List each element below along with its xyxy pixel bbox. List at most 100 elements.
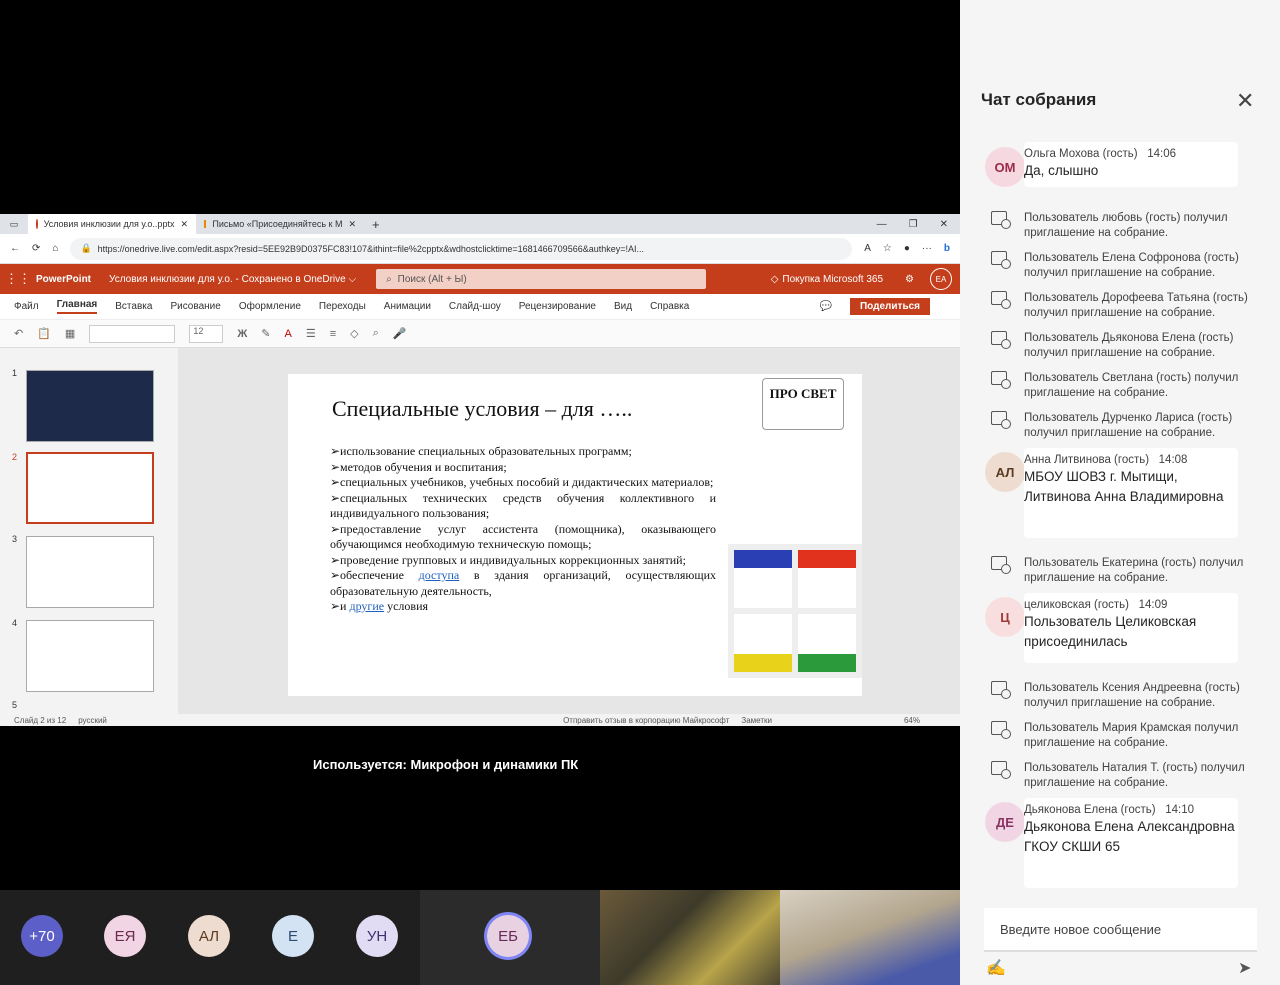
access-link[interactable]: доступа — [419, 568, 460, 582]
address-bar-row: ← ⟳ ⌂ 🔒 https://onedrive.live.com/edit.as… — [0, 234, 960, 264]
tab-slideshow[interactable]: Слайд-шоу — [449, 301, 501, 312]
add-user-icon — [991, 761, 1011, 779]
system-message: Пользователь Дьяконова Елена (гость) пол… — [1024, 332, 1234, 359]
tab-help[interactable]: Справка — [650, 301, 689, 312]
zoom-level[interactable]: 64% — [904, 716, 920, 725]
minimize-icon[interactable]: — — [877, 219, 887, 230]
read-aloud-icon[interactable]: A — [864, 243, 871, 254]
user-avatar[interactable]: EA — [930, 268, 952, 290]
close-icon[interactable]: ✕ — [1236, 88, 1254, 114]
mail-icon — [204, 220, 207, 228]
powerpoint-header: ⋮⋮ PowerPoint Условия инклюзии для у.о. … — [0, 264, 960, 294]
close-tab-icon[interactable]: ✕ — [180, 219, 188, 230]
font-color-icon[interactable]: A — [285, 328, 292, 340]
bullets-icon[interactable]: ☰ — [306, 327, 316, 340]
tab-review[interactable]: Рецензирование — [519, 301, 596, 312]
other-link[interactable]: другие — [349, 599, 384, 613]
tab-label: Письмо «Присоединяйтесь к M — [212, 219, 343, 229]
system-message: Пользователь любовь (гость) получил приг… — [1024, 212, 1228, 239]
chat-message: Анна Литвинова (гость) 14:08 МБОУ ШОВЗ г… — [1024, 448, 1238, 538]
refresh-icon[interactable]: ⟳ — [32, 243, 40, 254]
profile-icon[interactable]: ● — [904, 243, 910, 254]
send-icon[interactable]: ➤ — [1238, 958, 1251, 978]
new-message-input[interactable]: Введите новое сообщение — [984, 908, 1257, 952]
tab-transitions[interactable]: Переходы — [319, 301, 366, 312]
slide-thumbnail-3[interactable] — [26, 536, 154, 608]
highlight-icon[interactable]: ✎ — [261, 327, 270, 340]
bing-icon[interactable]: b — [944, 243, 950, 254]
message-time: 14:09 — [1138, 599, 1168, 611]
paste-icon[interactable]: 📋 — [37, 327, 51, 340]
add-user-icon — [991, 681, 1011, 699]
add-user-icon — [991, 371, 1011, 389]
share-button[interactable]: Поделиться — [849, 298, 930, 315]
add-user-icon — [991, 251, 1011, 269]
find-icon[interactable]: ⌕ — [373, 327, 379, 340]
mic-icon[interactable]: 🎤 — [393, 327, 407, 340]
message-text: Дьяконова Елена Александровна ГКОУ СКШИ … — [1024, 819, 1235, 854]
search-icon: ⌕ — [386, 273, 392, 285]
favorite-icon[interactable]: ☆ — [883, 243, 892, 254]
participant-video[interactable] — [600, 890, 780, 985]
participant-avatar[interactable]: Е — [272, 915, 314, 957]
align-icon[interactable]: ≡ — [330, 328, 336, 340]
tab-design[interactable]: Оформление — [239, 301, 301, 312]
buy-link[interactable]: Покупка Microsoft 365 — [782, 274, 883, 285]
participant-avatar[interactable]: АЛ — [188, 915, 230, 957]
comment-icon[interactable]: 💬 — [820, 301, 832, 312]
feedback-link[interactable]: Отправить отзыв в корпорацию Майкрософт — [563, 716, 729, 725]
message-author: Дьяконова Елена (гость) — [1024, 804, 1156, 816]
search-box[interactable]: ⌕ Поиск (Alt + Ы) — [376, 269, 707, 289]
bullet-text: ➢обеспечение — [330, 568, 419, 582]
message-text: МБОУ ШОВЗ г. Мытищи, Литвинова Анна Влад… — [1024, 469, 1224, 504]
new-slide-icon[interactable]: ▦ — [65, 327, 75, 340]
slide-title: Специальные условия – для ….. — [332, 396, 633, 421]
message-text: Пользователь Целиковская присоединилась — [1024, 614, 1197, 649]
document-title[interactable]: Условия инклюзии для у.о. - Сохранено в … — [109, 274, 356, 285]
current-slide[interactable]: Специальные условия – для ….. ПРО СВЕТ ➢… — [288, 374, 862, 696]
active-speaker-tile[interactable]: ЕБ — [420, 890, 600, 985]
restore-icon[interactable]: ❐ — [909, 219, 918, 230]
status-bar: Слайд 2 из 12 русский Отправить отзыв в … — [0, 714, 960, 726]
shapes-icon[interactable]: ◇ — [350, 327, 358, 340]
tab-insert[interactable]: Вставка — [115, 301, 152, 312]
participant-avatar[interactable]: ЕЯ — [104, 915, 146, 957]
slide-thumbnail-1[interactable] — [26, 370, 154, 442]
notes-button[interactable]: Заметки — [741, 716, 772, 725]
font-size-box[interactable]: 12 — [189, 324, 224, 343]
slide-thumbnail-4[interactable] — [26, 620, 154, 692]
font-name-box[interactable] — [89, 324, 176, 343]
tab-animations[interactable]: Анимации — [384, 301, 431, 312]
thumb-number: 4 — [12, 618, 18, 628]
more-icon[interactable]: ··· — [922, 243, 932, 254]
thumb-number: 3 — [12, 534, 18, 544]
url-field[interactable]: 🔒 https://onedrive.live.com/edit.aspx?res… — [70, 237, 853, 260]
new-tab-icon[interactable]: + — [364, 217, 388, 232]
tab-actions-icon[interactable]: ▭ — [0, 219, 28, 230]
cloud-card — [734, 550, 792, 608]
tab-draw[interactable]: Рисование — [170, 301, 220, 312]
close-icon[interactable]: ✕ — [940, 219, 948, 230]
slide-thumbnail-2[interactable] — [26, 452, 154, 524]
tab-home[interactable]: Главная — [56, 299, 98, 314]
thumb-number: 1 — [12, 368, 18, 378]
bullet-item: ➢проведение групповых и индивидуальных к… — [330, 552, 686, 567]
back-icon[interactable]: ← — [10, 243, 20, 254]
format-icon[interactable]: ✍ — [986, 958, 1006, 978]
bold-icon[interactable]: Ж — [237, 328, 247, 340]
settings-icon[interactable]: ⚙ — [905, 274, 914, 285]
close-tab-icon[interactable]: ✕ — [348, 219, 356, 230]
language-indicator[interactable]: русский — [78, 716, 107, 725]
browser-tab-pptx[interactable]: Условия инклюзии для у.о..pptx ✕ — [28, 214, 196, 234]
participant-avatar[interactable]: УН — [356, 915, 398, 957]
tab-file[interactable]: Файл — [14, 301, 39, 312]
undo-icon[interactable]: ↶ — [14, 327, 23, 340]
overflow-participants[interactable]: +70 — [21, 915, 63, 957]
tab-view[interactable]: Вид — [614, 301, 632, 312]
home-icon[interactable]: ⌂ — [52, 243, 58, 254]
participant-video[interactable] — [780, 890, 960, 985]
bullet-item: ➢специальных учебников, учебных пособий … — [330, 475, 714, 489]
app-launcher-icon[interactable]: ⋮⋮ — [0, 271, 36, 287]
tab-label: Условия инклюзии для у.о..pptx — [43, 219, 175, 229]
browser-tab-mail[interactable]: Письмо «Присоединяйтесь к M ✕ — [196, 214, 364, 234]
